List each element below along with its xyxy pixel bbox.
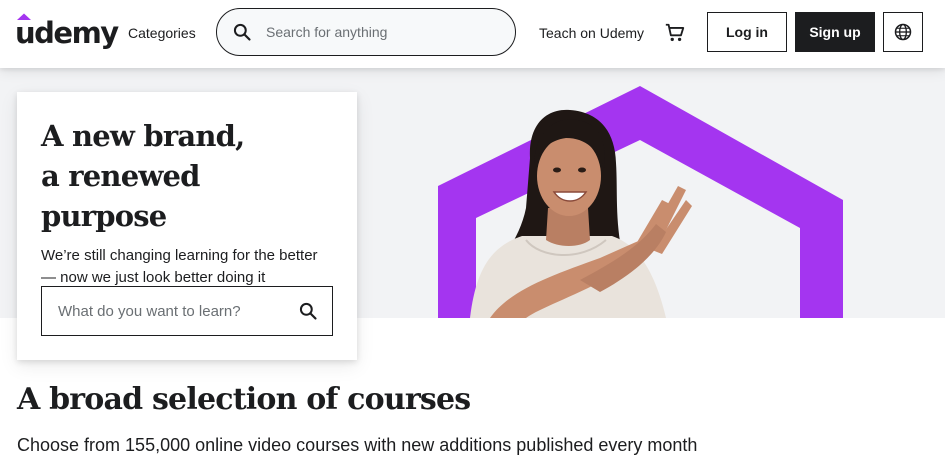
header-search-input[interactable] (266, 24, 496, 40)
categories-link[interactable]: Categories (128, 25, 196, 41)
logo-text: udemy (15, 16, 119, 50)
courses-section-subtitle: Choose from 155,000 online video courses… (17, 435, 698, 455)
hero-promo-card: A new brand, a renewed purpose We’re sti… (17, 92, 357, 360)
search-icon[interactable] (298, 301, 318, 321)
cart-icon[interactable] (664, 22, 686, 44)
hero-search-input[interactable] (58, 302, 288, 320)
header-search-bar[interactable] (216, 8, 516, 56)
globe-icon (894, 23, 912, 41)
login-button[interactable]: Log in (707, 12, 787, 52)
hero-illustration (438, 86, 843, 318)
signup-button[interactable]: Sign up (795, 12, 875, 52)
udemy-logo[interactable]: udemy (15, 12, 119, 52)
hero-heading-line-1: A new brand, (41, 119, 245, 153)
search-icon[interactable] (232, 22, 252, 42)
hero-heading-line-2: a renewed purpose (41, 159, 200, 233)
hero-subtitle: We’re still changing learning for the be… (41, 247, 318, 286)
top-navigation-bar: udemy Categories Teach on Udemy Log in S… (0, 0, 945, 68)
hero-heading: A new brand, a renewed purpose (41, 116, 333, 236)
hero-search-box[interactable] (41, 286, 333, 336)
courses-section-title: A broad selection of courses (17, 382, 471, 417)
language-button[interactable] (883, 12, 923, 52)
teach-on-udemy-link[interactable]: Teach on Udemy (539, 25, 644, 41)
